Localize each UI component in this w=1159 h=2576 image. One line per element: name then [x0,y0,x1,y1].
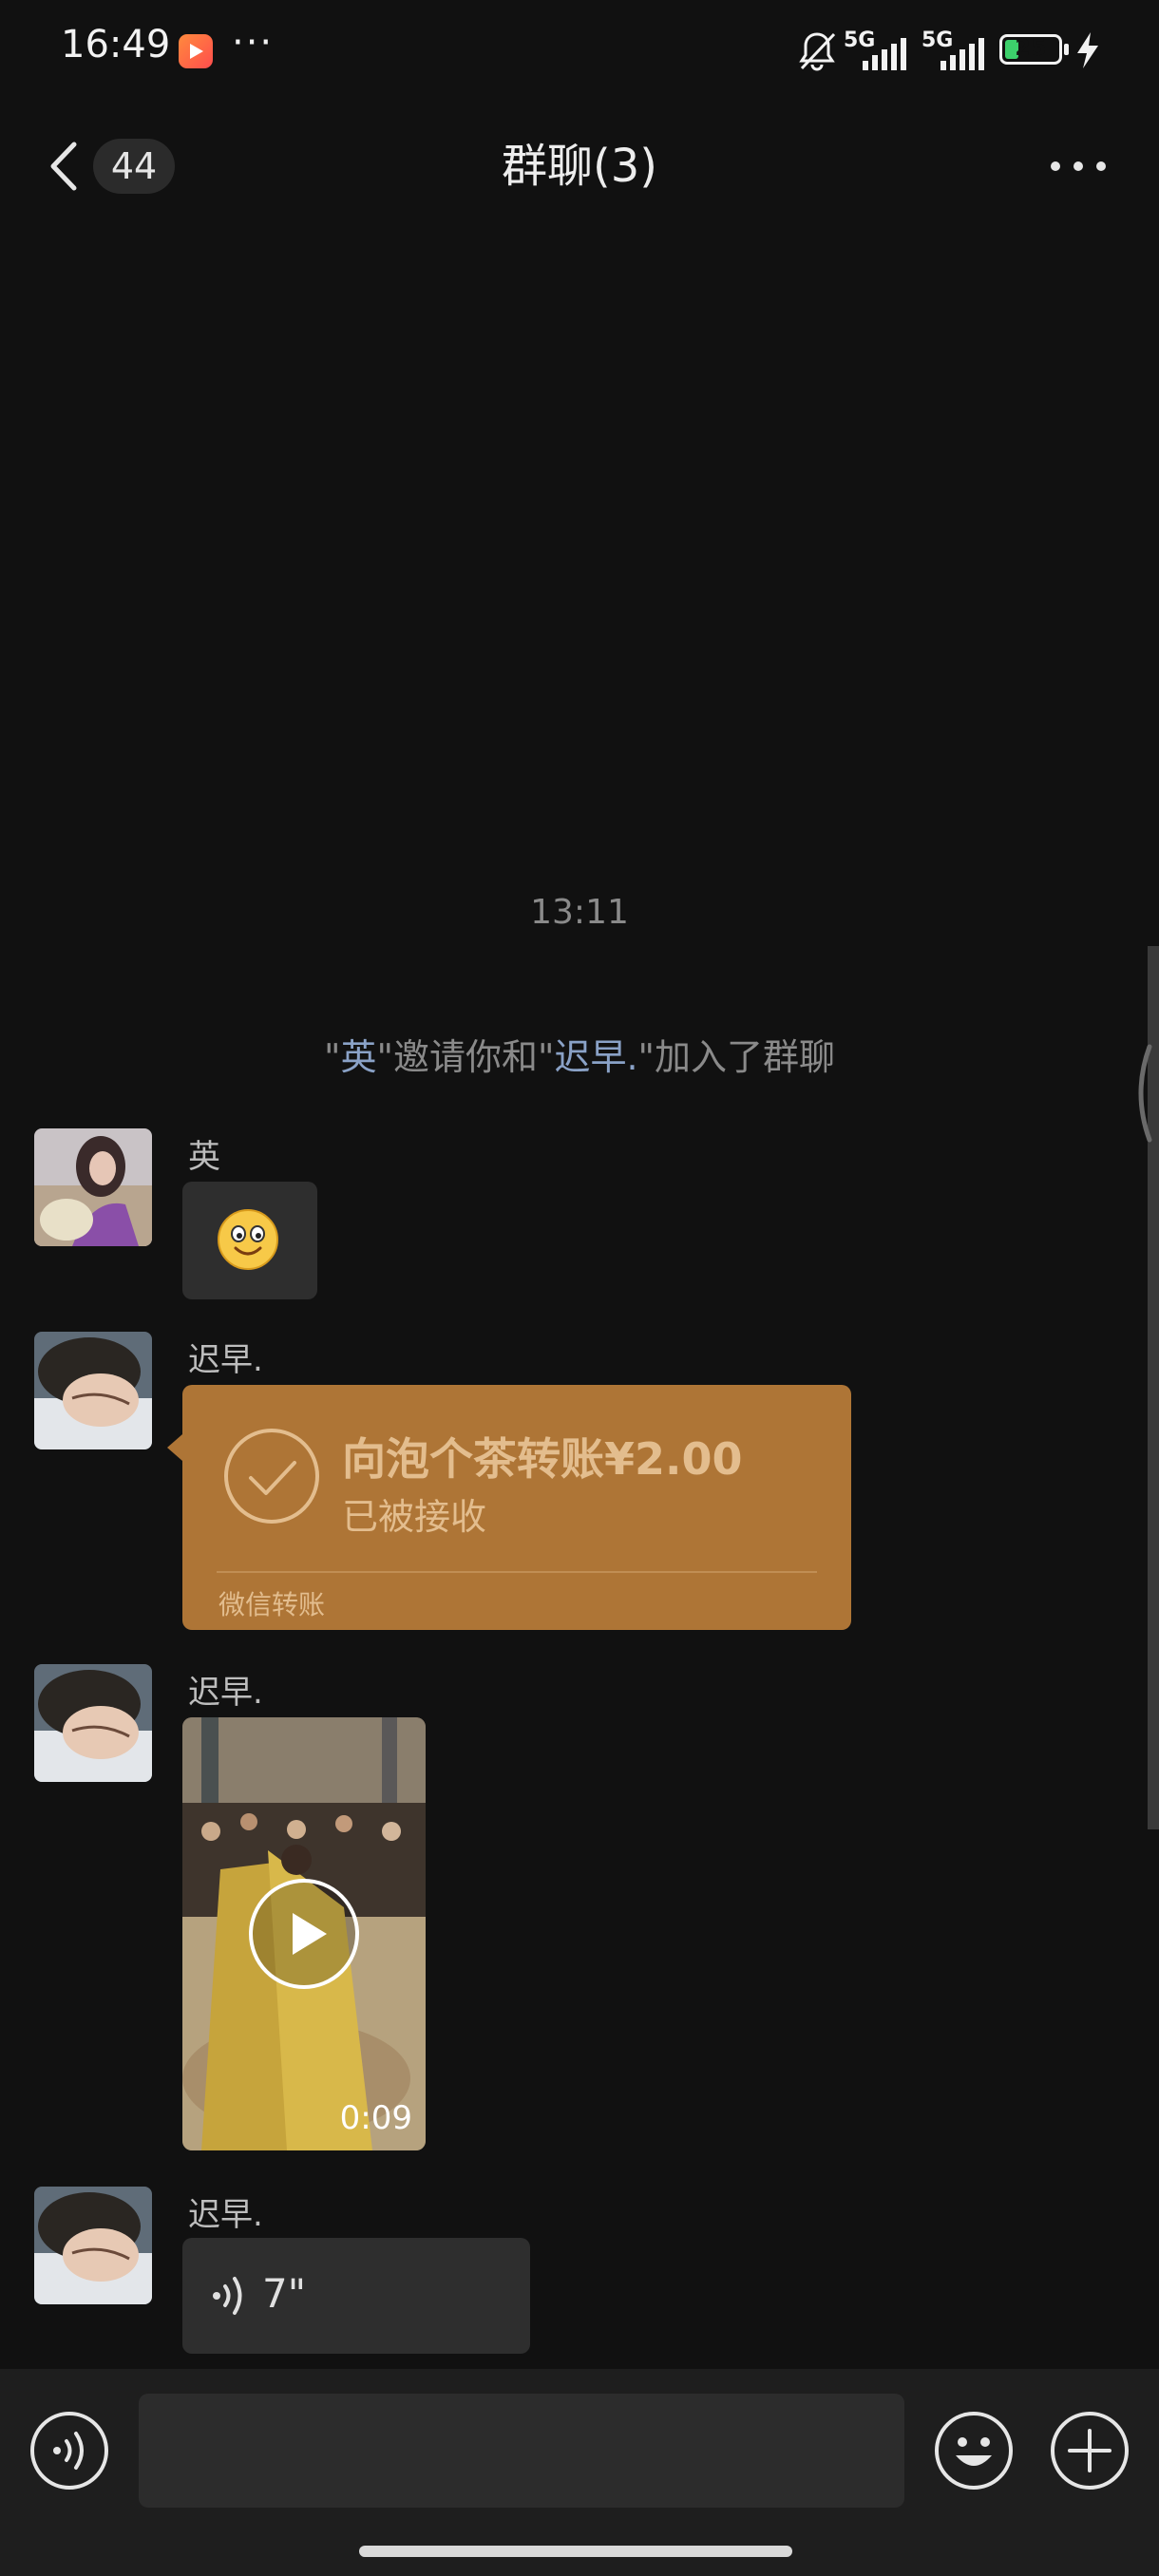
app-notification-icon [179,34,213,68]
avatar-image [34,2187,152,2304]
sender-name: 迟早. [188,1341,263,1379]
transfer-title: 向泡个茶转账¥2.00 [342,1433,743,1485]
inviter-name-link[interactable]: 英 [340,1036,376,1078]
avatar[interactable] [34,1332,152,1449]
transfer-status: 已被接收 [342,1496,487,1538]
check-circle-icon [224,1429,319,1524]
video-duration: 0:09 [339,2099,412,2137]
transfer-card[interactable]: 向泡个茶转账¥2.00 已被接收 微信转账 [167,1385,851,1630]
status-bar: 16:49 ··· 5G 5G 25 [0,0,1159,104]
transfer-label: 微信转账 [218,1589,326,1620]
battery-cap [1064,44,1069,55]
voice-message-bubble[interactable]: 7" [182,2238,530,2354]
video-message[interactable]: 0:09 [182,1717,426,2150]
page-title: 群聊(3) [502,140,657,193]
play-icon[interactable] [247,1877,361,1991]
sender-name: 迟早. [188,1674,263,1712]
voice-duration: 7" [262,2270,307,2317]
more-dots-icon[interactable] [1045,142,1112,190]
home-indicator[interactable] [359,2546,792,2557]
battery-icon: 25 [999,34,1062,65]
voice-wave-icon [213,2277,242,2315]
smile-emoji-icon [218,1209,278,1270]
divider [217,1571,817,1573]
avatar-image [34,1664,152,1782]
sender-name: 英 [188,1138,220,1176]
system-quote: " [323,1036,341,1078]
charging-icon [1077,32,1098,68]
system-text: "邀请你和" [376,1036,555,1078]
sim1-signal-icon: 5G [844,28,929,74]
invitee-name-link[interactable]: 迟早. [554,1036,637,1078]
avatar[interactable] [34,2187,152,2304]
system-text-tail: "加入了群聊 [637,1036,836,1078]
voice-input-icon[interactable] [28,2410,110,2491]
avatar[interactable] [34,1128,152,1246]
mute-bell-icon [799,32,836,71]
message-input[interactable] [139,2394,904,2508]
system-message: "英"邀请你和"迟早."加入了群聊 [0,1028,1159,1080]
more-notifications-indicator: ··· [232,21,275,65]
sim2-signal-icon: 5G [922,28,1007,74]
avatar-image [34,1128,152,1246]
status-time: 16:49 [61,23,171,66]
message-timestamp: 13:11 [530,893,629,932]
avatar[interactable] [34,1664,152,1782]
battery-level: 25 [1015,34,1047,61]
sender-name: 迟早. [188,2196,263,2234]
plus-icon[interactable] [1049,2410,1130,2491]
avatar-image [34,1332,152,1449]
emoji-message-bubble[interactable] [182,1182,317,1299]
emoji-icon[interactable] [933,2410,1015,2491]
